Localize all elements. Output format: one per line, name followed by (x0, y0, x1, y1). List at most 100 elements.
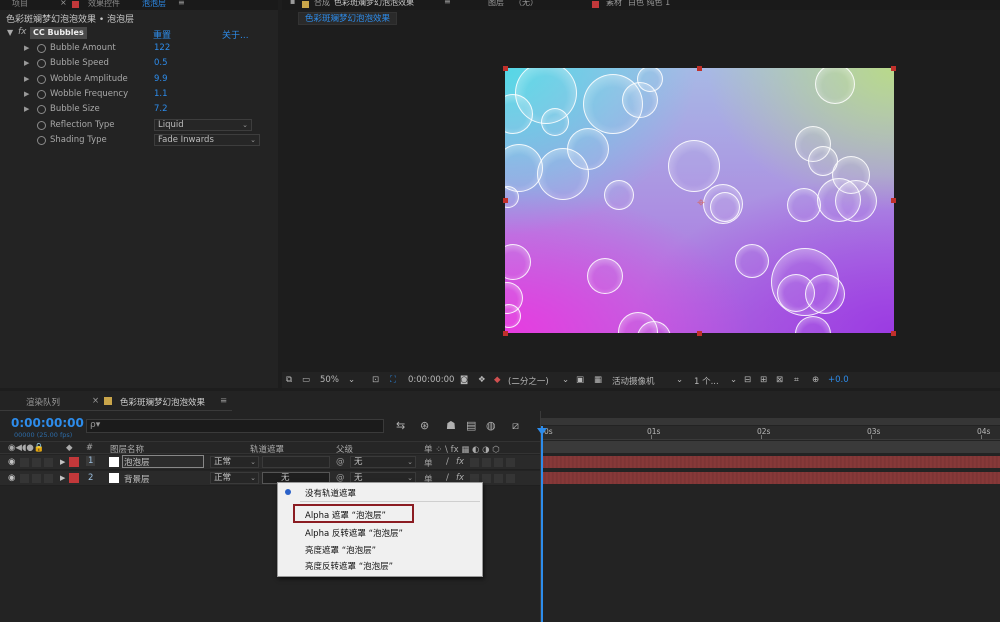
close-icon[interactable]: × (92, 396, 99, 406)
switch-box[interactable] (506, 474, 515, 483)
reset-link[interactable]: 重置 (153, 28, 171, 41)
comp-subtab[interactable]: 色彩斑斓梦幻泡泡效果 (298, 12, 398, 25)
chevron-down-icon[interactable]: ⌄ (676, 375, 683, 385)
collapse-triangle-icon[interactable]: ▼ (7, 28, 13, 37)
column-parent[interactable]: 父级 (336, 443, 353, 455)
property-value[interactable]: 122 (154, 43, 170, 53)
about-link[interactable]: 关于... (222, 28, 249, 41)
panel-menu-icon[interactable]: ≡ (220, 396, 227, 406)
snapshot-icon[interactable]: ◙ (460, 375, 468, 385)
expand-triangle-icon[interactable]: ▶ (24, 75, 29, 83)
menu-item-alpha-inverted-matte[interactable]: Alpha 反转遮罩 “泡泡层” (305, 527, 403, 539)
expand-triangle-icon[interactable]: ▶ (24, 105, 29, 113)
stopwatch-icon[interactable] (37, 44, 46, 53)
tab-render-queue[interactable]: 渲染队列 (26, 396, 60, 408)
selection-handle[interactable] (503, 198, 508, 203)
pixel-aspect-icon[interactable]: ⊞ (760, 375, 767, 385)
tab-composition-timeline[interactable]: 色彩斑斓梦幻泡泡效果 (120, 396, 205, 408)
tab-layer[interactable]: 图层 (488, 0, 504, 8)
tab-footage-target[interactable]: 白色 纯色 1 (628, 0, 670, 8)
panel-menu-icon[interactable]: ≡ (178, 0, 185, 7)
shy-switch-icon[interactable]: 单 (424, 457, 433, 469)
monitor-icon[interactable]: ▭ (302, 375, 310, 385)
chevron-down-icon[interactable]: ⌄ (730, 375, 737, 385)
audio-toggle[interactable] (20, 458, 29, 467)
tab-layer-target[interactable]: （无） (514, 0, 538, 8)
layer-duration-bar[interactable] (541, 456, 1000, 468)
switch-box[interactable] (494, 474, 503, 483)
quality-switch-icon[interactable]: / (446, 457, 449, 467)
selection-handle[interactable] (503, 66, 508, 71)
column-layer-name[interactable]: 图层名称 (110, 443, 144, 455)
transparency-grid-icon[interactable]: ▦ (594, 375, 602, 385)
views-select[interactable]: 1 个... (694, 375, 719, 387)
selection-handle[interactable] (697, 66, 702, 71)
tab-effect-controls-target[interactable]: 泡泡层 (142, 0, 166, 9)
draft-3d-icon[interactable]: ⊠ (776, 375, 783, 385)
playhead[interactable] (541, 426, 543, 622)
effect-name[interactable]: CC Bubbles (30, 27, 87, 39)
anchor-point-icon[interactable]: ⌖ (697, 195, 705, 211)
switch-box[interactable] (482, 474, 491, 483)
expand-triangle-icon[interactable]: ▶ (60, 474, 65, 482)
property-value[interactable]: 1.1 (154, 89, 168, 99)
fast-preview-icon[interactable]: ⊕ (812, 375, 819, 385)
region-of-interest-icon[interactable]: ⛶ (390, 375, 396, 385)
camera-select[interactable]: 活动摄像机 (612, 375, 655, 387)
resolution-select[interactable]: (二分之一) (508, 375, 549, 387)
blend-mode-select[interactable]: 正常 ⌄ (210, 472, 259, 484)
playhead-handle[interactable] (537, 428, 547, 435)
lock-toggle[interactable] (44, 474, 53, 483)
stopwatch-icon[interactable] (37, 105, 46, 114)
menu-item-no-matte[interactable]: 没有轨道遮罩 (305, 487, 356, 499)
close-icon[interactable]: × (60, 0, 67, 7)
always-preview-icon[interactable]: ⧉ (286, 375, 292, 385)
expand-triangle-icon[interactable]: ▶ (60, 458, 65, 466)
expand-triangle-icon[interactable]: ▶ (24, 90, 29, 98)
current-time[interactable]: 0:00:00:00 (11, 416, 84, 430)
audio-toggle[interactable] (20, 474, 29, 483)
expand-triangle-icon[interactable]: ▶ (24, 59, 29, 67)
zoom-select[interactable]: 50% (320, 375, 339, 385)
parent-select[interactable]: 无 ⌄ (350, 456, 416, 468)
selection-handle[interactable] (891, 198, 896, 203)
stopwatch-icon[interactable] (37, 121, 46, 130)
toggle-icon[interactable]: ⊟ (744, 375, 751, 385)
fit-frame-icon[interactable]: ⊡ (372, 375, 379, 385)
region-icon[interactable]: ▣ (576, 375, 584, 385)
comp-mini-flowchart-icon[interactable]: ⇆ (396, 419, 405, 432)
fx-switch-icon[interactable]: fx (456, 457, 464, 467)
chevron-down-icon[interactable]: ⌄ (562, 375, 569, 385)
tab-project[interactable]: 项目 (12, 0, 28, 9)
flowchart-icon[interactable]: ⌗ (794, 375, 799, 385)
lock-toggle[interactable] (44, 458, 53, 467)
expand-triangle-icon[interactable]: ▶ (24, 44, 29, 52)
show-snapshot-icon[interactable]: ❖ (478, 375, 486, 385)
channel-icon[interactable]: ◆ (494, 375, 501, 385)
selection-handle[interactable] (697, 331, 702, 336)
visibility-eye-icon[interactable]: ◉ (8, 457, 15, 467)
menu-item-luma-inverted-matte[interactable]: 亮度反转遮罩 “泡泡层” (305, 560, 393, 572)
stopwatch-icon[interactable] (37, 75, 46, 84)
tab-footage[interactable]: 素材 (606, 0, 622, 8)
layer-name[interactable]: 背景层 (124, 473, 150, 485)
shy-layers-icon[interactable]: ☗ (446, 419, 456, 432)
solo-toggle[interactable] (32, 458, 41, 467)
draft-3d-icon[interactable]: ⊛ (420, 419, 429, 432)
property-value[interactable]: 0.5 (154, 58, 168, 68)
tab-menu-icon[interactable]: ▪ (290, 0, 295, 6)
tab-composition-target[interactable]: 色彩斑斓梦幻泡泡效果 (334, 0, 414, 8)
layer-name[interactable]: 泡泡层 (122, 455, 204, 468)
fx-toggle[interactable]: fx (18, 27, 27, 37)
exposure-value[interactable]: +0.0 (828, 375, 849, 385)
solo-toggle[interactable] (32, 474, 41, 483)
property-value[interactable]: 9.9 (154, 74, 168, 84)
track-matte-select[interactable] (262, 456, 330, 468)
layer-search-input[interactable]: ρ▾ (86, 419, 384, 433)
switch-box[interactable] (494, 458, 503, 467)
selection-handle[interactable] (891, 331, 896, 336)
pickwhip-icon[interactable]: @ (336, 457, 345, 467)
switch-box[interactable] (482, 458, 491, 467)
shading-type-select[interactable]: Fade Inwards ⌄ (154, 134, 260, 146)
selection-handle[interactable] (891, 66, 896, 71)
